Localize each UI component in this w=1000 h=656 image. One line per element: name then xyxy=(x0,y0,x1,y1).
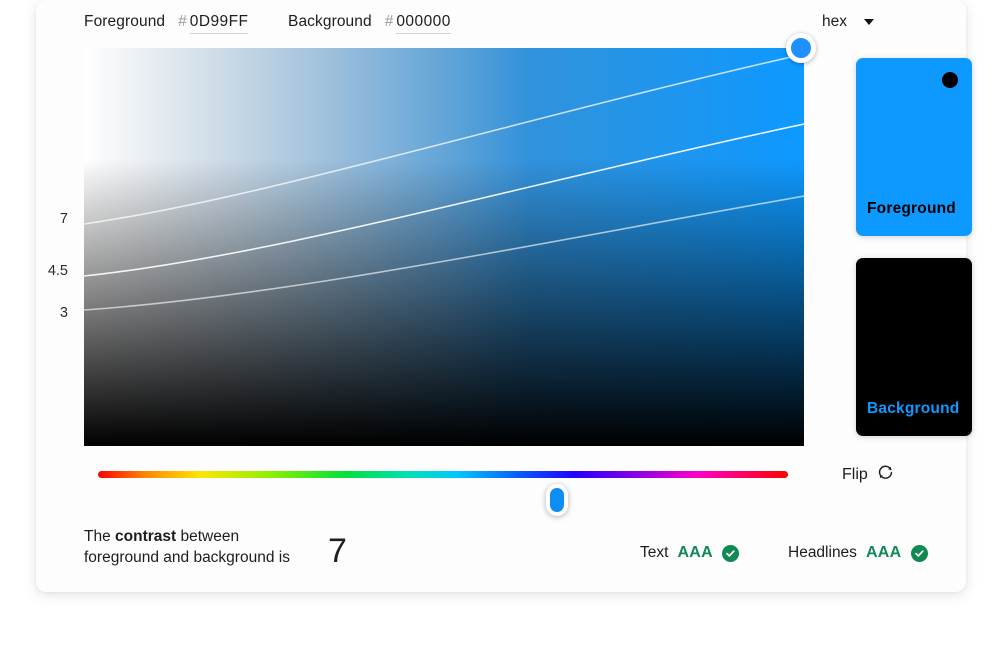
contrast-score: 7 xyxy=(328,532,347,570)
axis-tick-4-5: 4.5 xyxy=(47,263,68,279)
foreground-swatch[interactable]: Foreground xyxy=(856,58,972,236)
contrast-result-row: The contrast between foreground and back… xyxy=(36,512,966,592)
color-picker-dot-icon xyxy=(942,72,958,88)
flip-label: Flip xyxy=(842,466,868,483)
background-hash-symbol: # xyxy=(384,13,394,30)
rating-headlines-grade: AAA xyxy=(865,544,902,561)
verdict-sentence: The contrast between foreground and back… xyxy=(84,526,314,568)
contrast-checker-card: Foreground # 0D99FF Background # 000000 … xyxy=(36,0,972,592)
rating-text-grade: AAA xyxy=(677,544,714,561)
verdict-block: The contrast between foreground and back… xyxy=(84,526,347,568)
verdict-prefix: The xyxy=(84,528,116,545)
hue-slider-track[interactable] xyxy=(98,471,788,516)
hue-slider-row: Flip xyxy=(36,446,966,516)
background-field-group: Background # 000000 xyxy=(288,13,451,34)
rating-text-name: Text xyxy=(640,544,669,561)
verdict-bold-word: contrast xyxy=(115,528,177,545)
foreground-hex-input[interactable]: 0D99FF xyxy=(189,13,249,34)
picker-handle[interactable] xyxy=(786,33,817,63)
foreground-swatch-label: Foreground xyxy=(867,200,956,217)
color-format-value: hex xyxy=(822,13,847,30)
check-circle-icon xyxy=(722,544,740,562)
gradient-canvas[interactable] xyxy=(84,48,804,446)
background-swatch[interactable]: Background xyxy=(856,258,972,436)
background-hex-input[interactable]: 000000 xyxy=(396,13,451,34)
foreground-hash-symbol: # xyxy=(178,13,187,30)
background-label: Background xyxy=(288,13,372,30)
flip-button[interactable]: Flip xyxy=(842,464,894,486)
foreground-field-group: Foreground # 0D99FF xyxy=(84,13,249,34)
saturation-value-picker[interactable] xyxy=(84,33,817,446)
color-input-bar: Foreground # 0D99FF Background # 000000 … xyxy=(36,0,966,48)
color-format-dropdown[interactable]: hex xyxy=(822,13,874,31)
contrast-axis: 7 4.5 3 xyxy=(18,48,78,446)
axis-tick-7: 7 xyxy=(59,211,68,227)
rating-headlines-name: Headlines xyxy=(788,544,857,561)
axis-tick-3: 3 xyxy=(59,305,68,321)
rotate-icon xyxy=(877,464,894,486)
chevron-down-icon xyxy=(864,19,874,25)
rating-text: Text AAA xyxy=(640,544,740,562)
background-swatch-label: Background xyxy=(867,400,960,417)
check-circle-icon xyxy=(910,544,928,562)
rating-headlines: Headlines AAA xyxy=(788,544,928,562)
foreground-label: Foreground xyxy=(84,13,166,30)
